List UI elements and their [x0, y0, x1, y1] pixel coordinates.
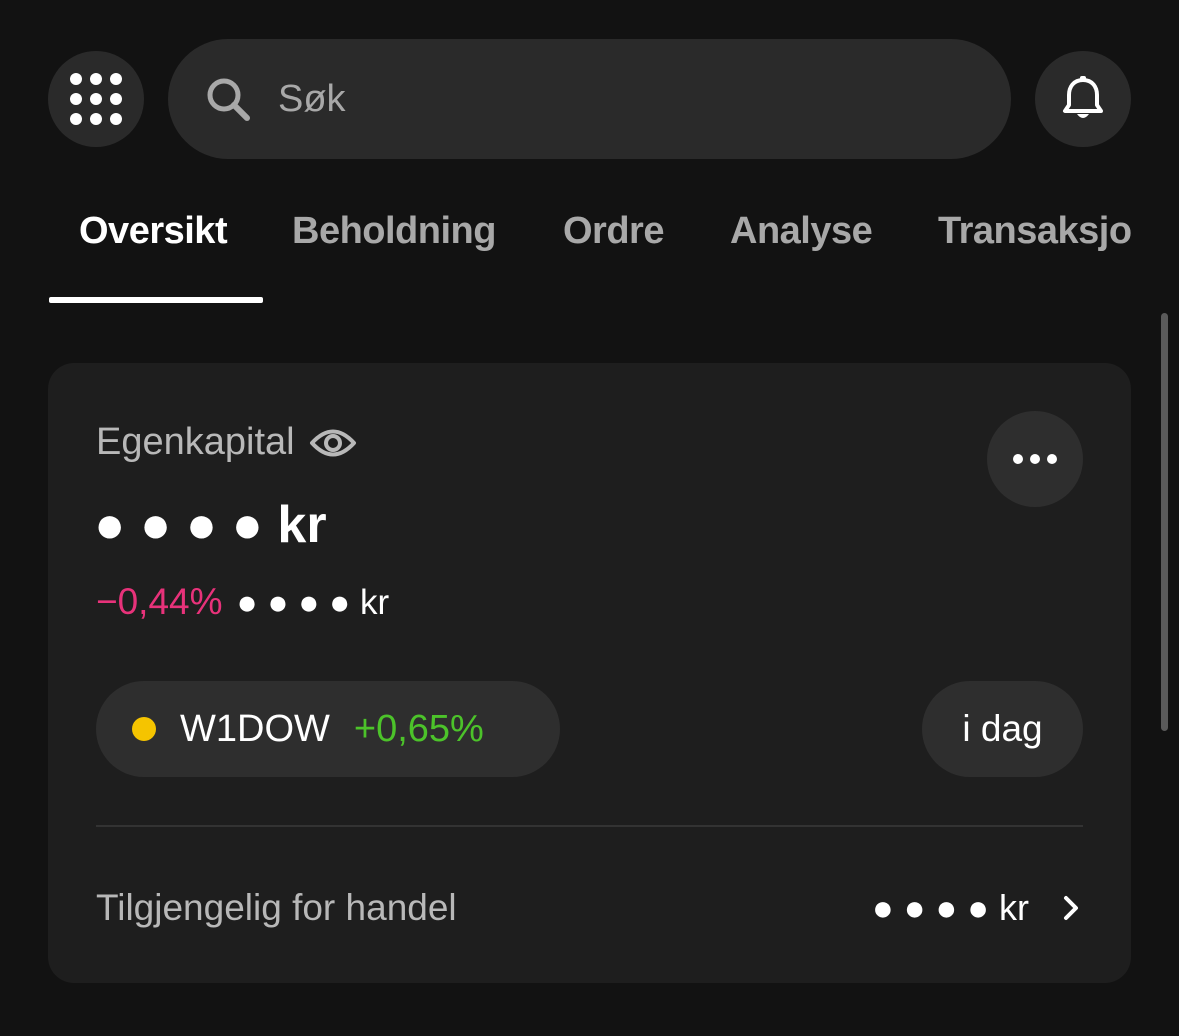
- chevron-right-icon: [1063, 893, 1083, 923]
- equity-label-row: Egenkapital: [96, 421, 357, 464]
- tab-analyse[interactable]: Analyse: [730, 210, 873, 253]
- equity-label: Egenkapital: [96, 421, 295, 463]
- notifications-button[interactable]: [1035, 51, 1131, 147]
- search-input[interactable]: [276, 76, 880, 122]
- index-name: W1DOW: [180, 707, 330, 750]
- change-row: −0,44% ● ● ● ● kr: [96, 581, 389, 623]
- change-percent: −0,44%: [96, 581, 223, 622]
- tab-beholdning[interactable]: Beholdning: [292, 210, 496, 253]
- change-amount: ● ● ● ● kr: [236, 583, 390, 622]
- equity-card: Egenkapital ● ● ● ● kr −0,44% ● ● ● ● kr…: [48, 363, 1131, 983]
- top-bar: [0, 0, 1179, 180]
- more-options-button[interactable]: [987, 411, 1083, 507]
- search-icon: [204, 75, 252, 123]
- index-chip[interactable]: W1DOW +0,65%: [96, 681, 560, 777]
- index-change: +0,65%: [353, 707, 484, 750]
- available-for-trading-row[interactable]: Tilgjengelig for handel ● ● ● ● kr: [96, 863, 1083, 953]
- tab-ordre[interactable]: Ordre: [563, 210, 664, 253]
- tab-oversikt[interactable]: Oversikt: [79, 210, 228, 253]
- search-bar[interactable]: [168, 39, 1011, 159]
- bell-icon: [1063, 76, 1103, 118]
- menu-button[interactable]: [48, 51, 144, 147]
- scrollbar[interactable]: [1161, 313, 1168, 731]
- tab-bar: Oversikt Beholdning Ordre Analyse Transa…: [0, 190, 1131, 310]
- more-icon: [1013, 454, 1023, 464]
- tab-transaksjoner[interactable]: Transaksjo: [938, 210, 1131, 253]
- active-tab-indicator: [49, 297, 263, 303]
- available-value: ● ● ● ● kr: [872, 887, 1029, 928]
- period-selector[interactable]: i dag: [922, 681, 1083, 777]
- grid-menu-icon: [70, 73, 122, 125]
- divider: [96, 825, 1083, 827]
- eye-icon[interactable]: [309, 425, 357, 461]
- equity-value: ● ● ● ● kr: [94, 496, 327, 554]
- available-label: Tilgjengelig for handel: [96, 887, 457, 928]
- index-status-dot: [132, 717, 156, 741]
